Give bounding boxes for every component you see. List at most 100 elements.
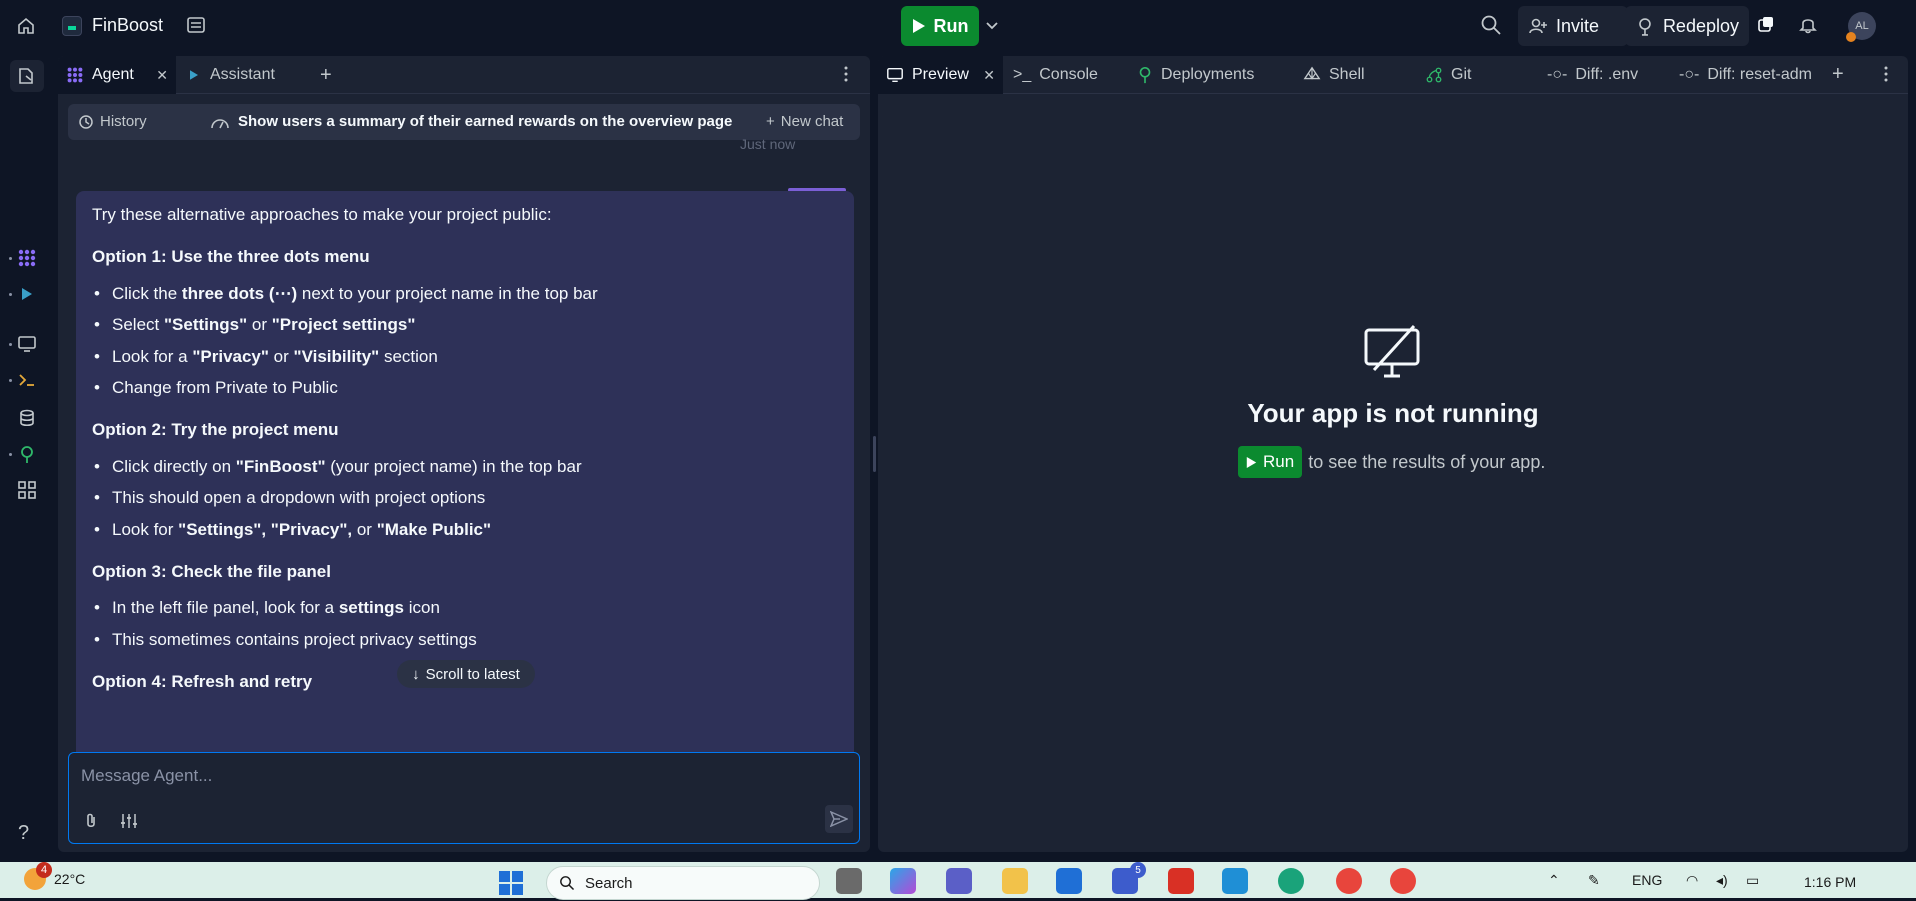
- pen-icon[interactable]: ✎: [1588, 872, 1600, 889]
- plus-icon: +: [766, 113, 775, 130]
- volume-icon[interactable]: ◂): [1716, 872, 1728, 889]
- diff-icon: -○-: [1679, 66, 1700, 83]
- deploy-icon[interactable]: [15, 442, 39, 466]
- tab-agent[interactable]: Agent ✕: [58, 56, 176, 94]
- history-button[interactable]: History: [78, 113, 147, 130]
- home-icon[interactable]: [14, 14, 38, 38]
- tab-console-label: Console: [1039, 66, 1098, 83]
- run-button-label: Run: [933, 15, 969, 36]
- option-title: Option 3: Check the file panel: [92, 561, 331, 581]
- list-item: Select "Settings" or "Project settings": [92, 315, 838, 336]
- wifi-icon[interactable]: ◠: [1686, 872, 1698, 889]
- run-button[interactable]: Run: [901, 6, 979, 46]
- chat-title[interactable]: Show users a summary of their earned rew…: [210, 113, 732, 130]
- monitor-icon[interactable]: [15, 332, 39, 356]
- rail-dot: [9, 379, 12, 382]
- project-name[interactable]: FinBoost: [92, 15, 163, 36]
- close-icon[interactable]: ✕: [156, 67, 168, 84]
- list-item: Look for "Settings", "Privacy", or "Make…: [92, 520, 838, 541]
- more-options-icon[interactable]: [1884, 66, 1888, 87]
- rail-dot: [9, 257, 12, 260]
- list-item: Look for a "Privacy" or "Visibility" sec…: [92, 347, 838, 368]
- chrome-profile-icon[interactable]: [1390, 868, 1416, 894]
- tab-deployments[interactable]: Deployments: [1129, 56, 1293, 94]
- gmail-icon[interactable]: [1168, 868, 1194, 894]
- scroll-to-latest-button[interactable]: ↓ Scroll to latest: [397, 660, 535, 688]
- project-info-icon[interactable]: [186, 15, 206, 35]
- history-icon: [79, 114, 93, 129]
- tab-diff-reset[interactable]: -○- Diff: reset-adm: [1671, 56, 1816, 94]
- notification-badge: 5: [1130, 862, 1146, 878]
- search-icon[interactable]: [1480, 14, 1504, 38]
- tab-preview[interactable]: Preview ✕: [878, 56, 1003, 94]
- tab-diff-env[interactable]: -○- Diff: .env: [1539, 56, 1669, 94]
- language-indicator[interactable]: ENG: [1632, 872, 1662, 888]
- agent-message: Try these alternative approaches to make…: [76, 191, 854, 811]
- arrow-down-icon: ↓: [412, 665, 420, 683]
- redeploy-label: Redeploy: [1662, 15, 1739, 36]
- file-explorer-icon[interactable]: [1002, 868, 1028, 894]
- bell-icon[interactable]: [1798, 14, 1822, 38]
- message-input[interactable]: [81, 763, 781, 789]
- more-options-icon[interactable]: [844, 66, 860, 84]
- assistant-icon[interactable]: [15, 282, 39, 306]
- chevron-down-icon[interactable]: [980, 12, 1004, 40]
- store-icon[interactable]: [1056, 868, 1082, 894]
- all-tools-icon[interactable]: [15, 478, 39, 502]
- redeploy-button[interactable]: Redeploy: [1625, 6, 1749, 46]
- teams-work-icon[interactable]: 5: [1112, 862, 1146, 894]
- os-taskbar: 4 22°C Search 5 ⌃ ✎ ENG ◠ ◂) ▭ 1:16 PM: [0, 862, 1916, 900]
- database-icon[interactable]: [15, 406, 39, 430]
- tab-git[interactable]: Git: [1417, 56, 1537, 94]
- message-intro: Try these alternative approaches to make…: [92, 205, 552, 224]
- app-icon[interactable]: [1222, 868, 1248, 894]
- settings-sliders-icon[interactable]: [119, 811, 141, 833]
- system-clock[interactable]: 1:16 PM: [1804, 874, 1856, 890]
- top-bar: FinBoost Run Invite Redeploy AL: [0, 0, 1916, 52]
- taskbar-search[interactable]: Search: [546, 866, 820, 900]
- agent-icon[interactable]: [15, 246, 39, 270]
- project-logo-icon[interactable]: [62, 16, 82, 36]
- weather-icon: 4: [24, 862, 52, 890]
- message-composer: [68, 752, 860, 844]
- close-icon[interactable]: ✕: [983, 67, 995, 84]
- windows-start-icon[interactable]: [498, 870, 526, 898]
- teams-icon[interactable]: [946, 868, 972, 894]
- tab-console[interactable]: >_ Console: [1005, 56, 1127, 94]
- help-icon[interactable]: ?: [18, 822, 29, 845]
- weather-widget[interactable]: 4 22°C: [24, 862, 85, 890]
- battery-icon[interactable]: ▭: [1746, 872, 1759, 889]
- attach-icon[interactable]: [81, 811, 103, 833]
- chrome-icon[interactable]: [1336, 868, 1362, 894]
- tab-diff-reset-label: Diff: reset-adm: [1707, 66, 1812, 83]
- deploy-icon: [1639, 18, 1651, 36]
- edge-icon[interactable]: [1278, 868, 1304, 894]
- add-tab-icon[interactable]: +: [1832, 63, 1844, 86]
- preview-pane: Preview ✕ >_ Console Deployments Shell G…: [878, 56, 1908, 852]
- add-tab-icon[interactable]: +: [320, 64, 342, 86]
- pane-resize-handle[interactable]: [873, 436, 876, 472]
- task-view-icon[interactable]: [836, 868, 862, 894]
- chevron-up-icon[interactable]: ⌃: [1548, 872, 1560, 889]
- taskbar-search-label: Search: [585, 874, 633, 892]
- copilot-icon[interactable]: [890, 868, 916, 894]
- chat-header: History Show users a summary of their ea…: [68, 104, 860, 140]
- agent-pane: Agent ✕ Assistant + History Show users a…: [58, 56, 870, 852]
- tab-assistant[interactable]: Assistant: [178, 56, 312, 94]
- preview-run-button[interactable]: Run: [1238, 446, 1303, 478]
- gauge-icon: [211, 118, 229, 128]
- play-icon: [1246, 456, 1257, 468]
- scroll-label: Scroll to latest: [425, 665, 520, 683]
- left-rail: [0, 52, 54, 862]
- files-icon[interactable]: [10, 60, 44, 92]
- new-chat-button[interactable]: + New chat: [766, 113, 843, 130]
- avatar[interactable]: AL: [1846, 12, 1876, 42]
- tab-shell[interactable]: Shell: [1295, 56, 1415, 94]
- play-icon: [912, 19, 925, 33]
- invite-button[interactable]: Invite: [1518, 6, 1628, 46]
- send-icon[interactable]: [825, 805, 853, 833]
- diff-icon: -○-: [1547, 66, 1568, 83]
- extensions-icon[interactable]: [1756, 14, 1780, 38]
- list-item: Click the three dots (⋯) next to your pr…: [92, 284, 838, 305]
- terminal-icon[interactable]: [15, 368, 39, 392]
